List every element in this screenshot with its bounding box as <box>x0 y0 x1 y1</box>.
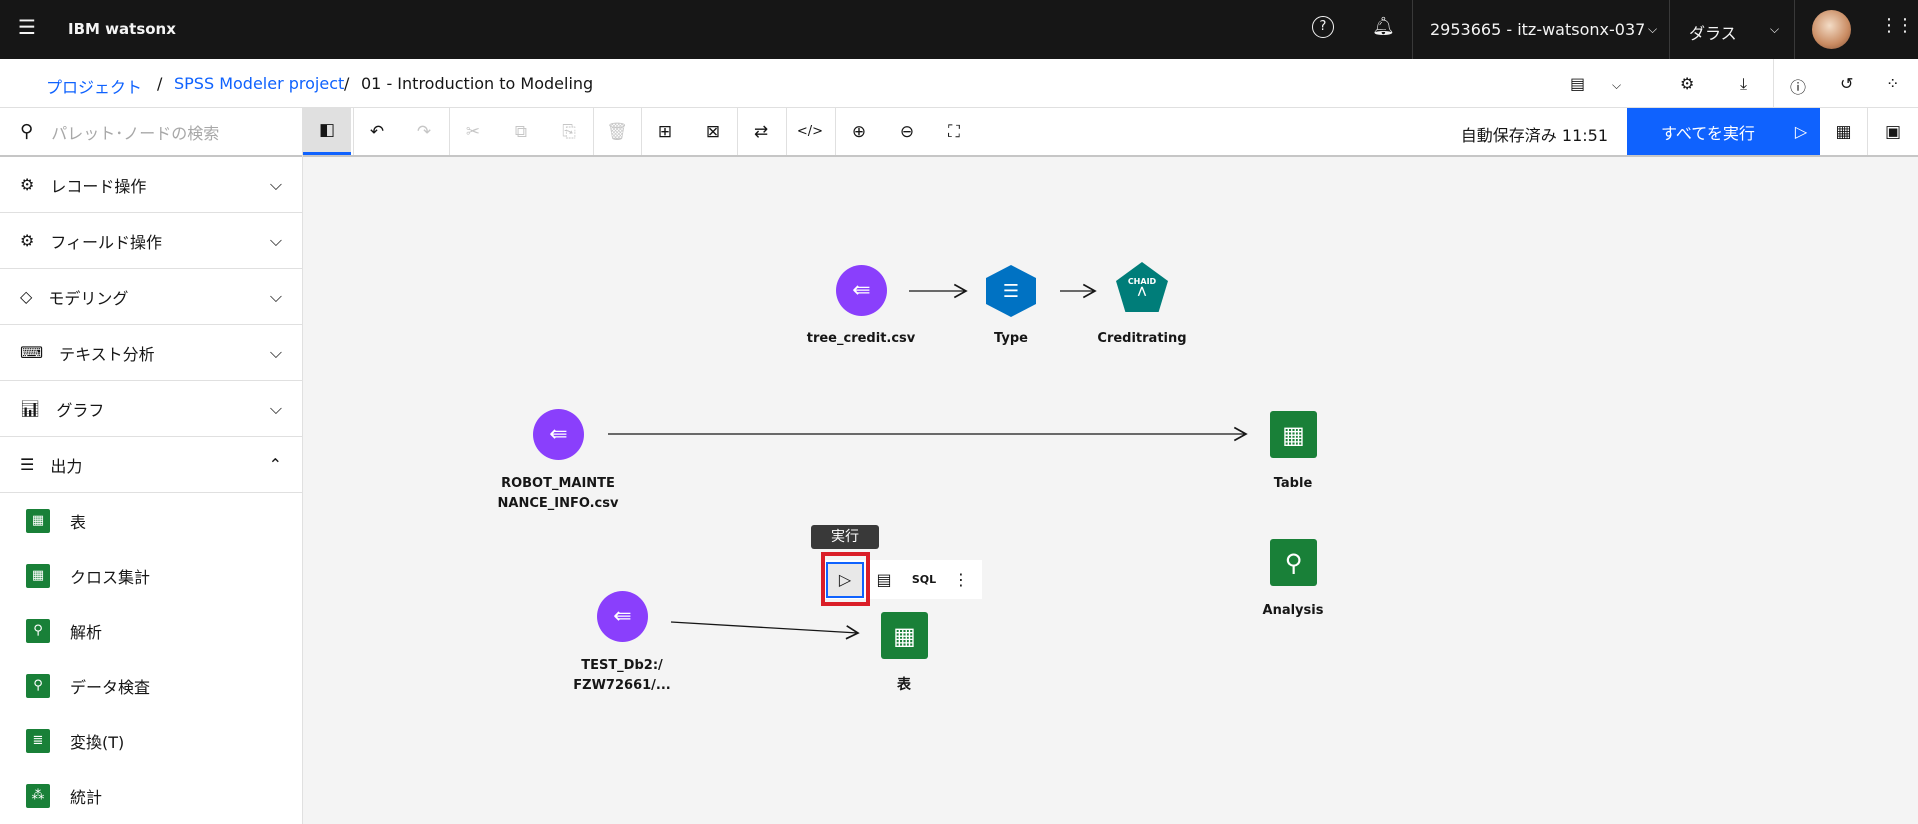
node-hyo[interactable]: ▦ <box>881 612 928 659</box>
tooltip: 実行 <box>811 525 879 549</box>
node-label: ROBOT_MAINTE NANCE_INFO.csv <box>478 474 638 514</box>
type-icon: ☰ <box>1002 280 1020 302</box>
table-icon: ▦ <box>1282 420 1305 449</box>
sql-button[interactable]: SQL <box>904 573 944 586</box>
import-file-icon: ⇚ <box>852 278 871 303</box>
node-label: 表 <box>897 677 911 693</box>
tree-icon: ⋀ <box>1137 286 1147 297</box>
label-line: FZW72661/... <box>573 678 671 693</box>
magnifier-icon: ⚲ <box>1284 548 1303 577</box>
import-file-icon: ⇚ <box>613 604 632 629</box>
node-robot-maintenance[interactable]: ⇚ <box>533 409 584 460</box>
label-line: ROBOT_MAINTE <box>501 476 615 491</box>
overflow-menu-icon[interactable]: ⋮ <box>944 570 978 589</box>
node-tree-credit[interactable]: ⇚ <box>836 265 887 316</box>
canvas-links <box>608 283 1248 640</box>
label-line: TEST_Db2:/ <box>581 658 663 673</box>
node-table[interactable]: ▦ <box>1270 411 1317 458</box>
import-file-icon: ⇚ <box>549 422 568 447</box>
node-label: Analysis <box>1262 603 1324 618</box>
node-label: TEST_Db2:/ FZW72661/... <box>542 656 702 696</box>
highlight-box <box>821 552 870 606</box>
node-test-db2[interactable]: ⇚ <box>597 591 648 642</box>
link[interactable] <box>670 621 860 640</box>
node-label: Table <box>1273 476 1313 491</box>
node-label: tree_credit.csv <box>806 331 916 346</box>
node-label: Creditrating <box>1097 331 1187 346</box>
preview-icon[interactable]: ▤ <box>864 570 904 589</box>
chaid-icon: CHAID <box>1127 277 1157 286</box>
node-analysis[interactable]: ⚲ <box>1270 539 1317 586</box>
label-line: NANCE_INFO.csv <box>497 496 619 511</box>
table-icon: ▦ <box>893 621 916 650</box>
